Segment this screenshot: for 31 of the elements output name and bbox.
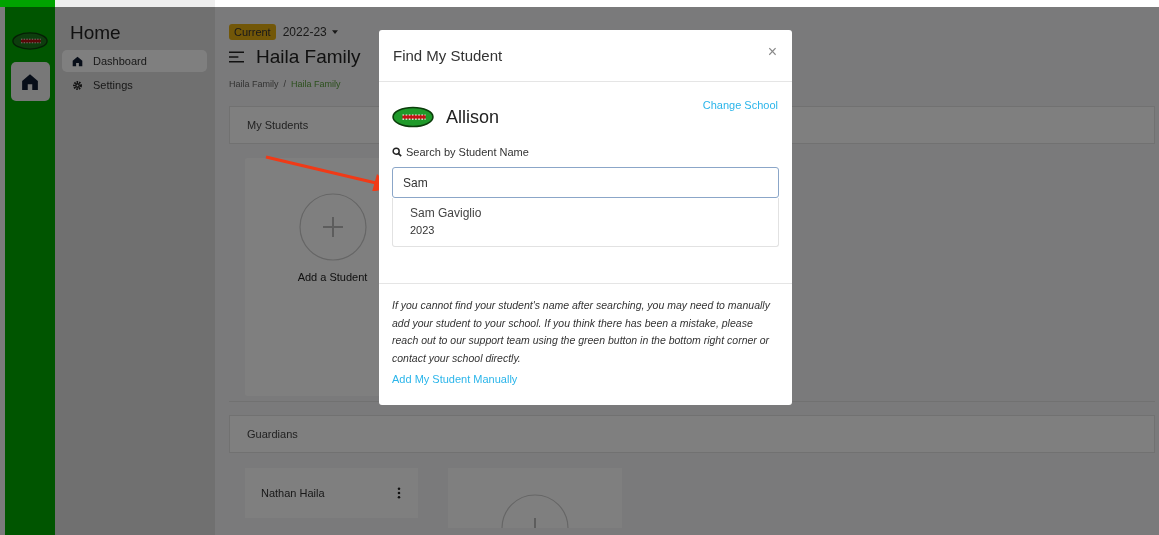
change-school-link[interactable]: Change School xyxy=(702,99,778,111)
close-button[interactable]: × xyxy=(765,42,779,61)
caret-icon xyxy=(331,30,338,34)
add-student-label: Add a Student xyxy=(297,271,368,283)
search-field[interactable]: Sam xyxy=(392,167,779,198)
breadcrumb-separator: / xyxy=(283,79,287,89)
breadcrumb-link[interactable]: Haila Family xyxy=(291,79,341,89)
sidebar-item[interactable]: Dashboard xyxy=(62,50,207,72)
page-title: Haila Family xyxy=(256,46,361,68)
school-name: Allison xyxy=(446,106,500,128)
home-icon xyxy=(72,55,83,67)
sidebar-title: Home xyxy=(69,22,122,44)
settings-icon xyxy=(72,79,83,91)
search-label: Search by Student Name xyxy=(406,146,529,158)
search-icon xyxy=(392,147,402,157)
current-badge: Current xyxy=(229,24,276,40)
plus-circle-icon xyxy=(501,494,569,528)
guardian-name: Nathan Haila xyxy=(261,487,325,499)
sidebar-item[interactable]: Settings xyxy=(62,74,207,96)
section-title: My Students xyxy=(247,119,309,131)
dialog-title: Find My Student xyxy=(393,47,503,64)
alligator-logo-icon xyxy=(12,32,48,50)
plus-circle-icon xyxy=(298,193,367,261)
more-options-icon[interactable] xyxy=(397,487,401,499)
menu-icon[interactable] xyxy=(229,51,244,63)
breadcrumb-link[interactable]: Haila Family xyxy=(229,79,279,89)
section-title: Guardians xyxy=(247,428,298,440)
home-icon xyxy=(21,72,39,91)
year-dropdown[interactable]: 2022-23 xyxy=(282,25,338,39)
home-button[interactable] xyxy=(10,62,50,101)
alligator-logo-icon xyxy=(392,106,434,128)
